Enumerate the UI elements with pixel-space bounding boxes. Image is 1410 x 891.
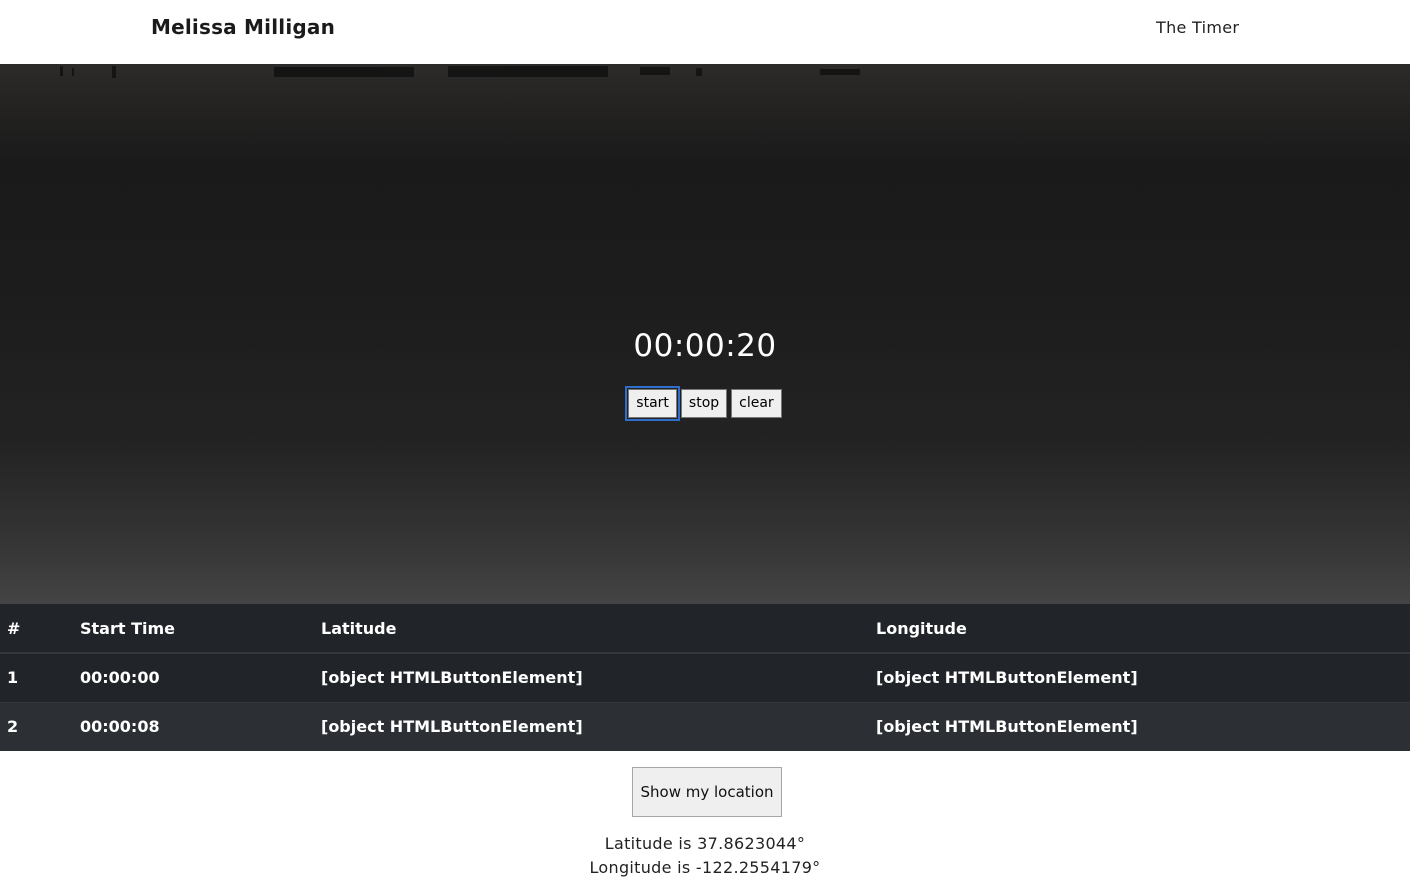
cell-number: 1	[0, 652, 73, 702]
cell-longitude: [object HTMLButtonElement]	[869, 652, 1410, 702]
brand-name[interactable]: Melissa Milligan	[151, 15, 335, 39]
laps-table: # Start Time Latitude Longitude 1 00:00:…	[0, 604, 1410, 751]
navbar: Melissa Milligan The Timer	[0, 0, 1410, 64]
stop-button[interactable]: stop	[680, 389, 728, 418]
cell-latitude: [object HTMLButtonElement]	[314, 652, 869, 702]
cell-number: 2	[0, 701, 73, 751]
column-header-start-time: Start Time	[73, 604, 314, 654]
cell-start-time: 00:00:00	[73, 652, 314, 702]
timer-controls: start stop clear	[0, 386, 1410, 421]
table-header-row: # Start Time Latitude Longitude	[0, 604, 1410, 654]
latitude-readout: Latitude is 37.8623044°	[604, 834, 806, 853]
cell-start-time: 00:00:08	[73, 701, 314, 751]
hero-background-texture	[60, 66, 860, 78]
cell-latitude: [object HTMLButtonElement]	[314, 701, 869, 751]
timer-display: 00:00:20	[633, 328, 777, 364]
table-row: 1 00:00:00 [object HTMLButtonElement] [o…	[0, 652, 1410, 702]
longitude-readout: Longitude is -122.2554179°	[589, 858, 821, 877]
show-location-button[interactable]: Show my location	[632, 767, 782, 817]
nav-link-the-timer[interactable]: The Timer	[1156, 18, 1239, 37]
hero-section: 00:00:20 start stop clear	[0, 64, 1410, 604]
clear-button[interactable]: clear	[731, 389, 782, 418]
table-row: 2 00:00:08 [object HTMLButtonElement] [o…	[0, 701, 1410, 751]
column-header-latitude: Latitude	[314, 604, 869, 654]
start-button[interactable]: start	[625, 386, 680, 421]
cell-longitude: [object HTMLButtonElement]	[869, 701, 1410, 751]
column-header-number: #	[0, 604, 73, 654]
column-header-longitude: Longitude	[869, 604, 1410, 654]
